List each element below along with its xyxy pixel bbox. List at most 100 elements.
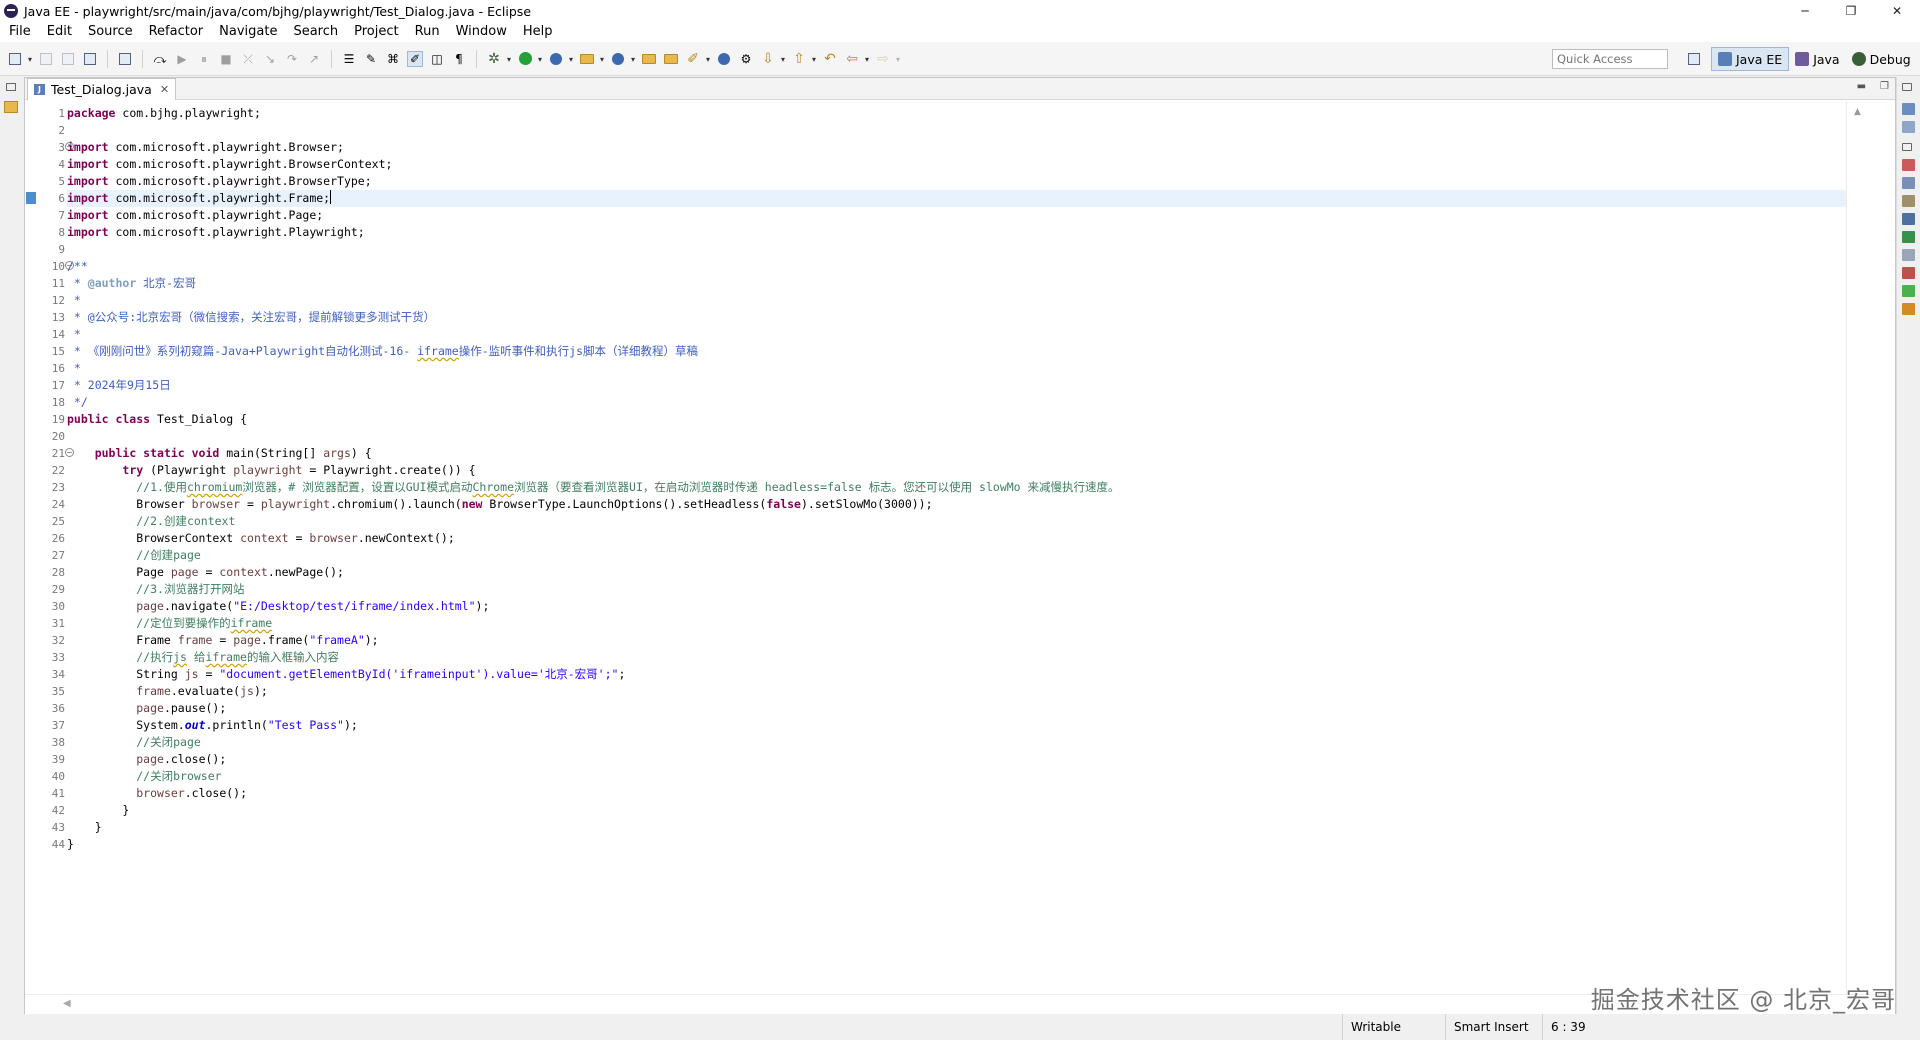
code-line[interactable]: //执行js 给iframe的输入框输入内容 bbox=[67, 649, 1870, 666]
perspective-java[interactable]: Java bbox=[1789, 47, 1845, 71]
code-line[interactable]: page.navigate("E:/Desktop/test/iframe/in… bbox=[67, 598, 1870, 615]
perspective-java-ee[interactable]: Java EE bbox=[1711, 47, 1790, 71]
scroll-up-icon[interactable]: ▲ bbox=[1854, 107, 1861, 117]
code-line[interactable]: import com.microsoft.playwright.BrowserC… bbox=[67, 156, 1870, 173]
restore-button[interactable]: ❐ bbox=[1828, 0, 1874, 22]
code-line[interactable]: //1.使用chromium浏览器，# 浏览器配置，设置以GUI模式启动Chro… bbox=[67, 479, 1870, 496]
save-icon[interactable] bbox=[38, 51, 54, 67]
skip-breakpoints-icon[interactable]: ⤼ bbox=[152, 51, 168, 67]
step-into-icon[interactable]: ↘ bbox=[262, 51, 278, 67]
task-list-icon[interactable] bbox=[1902, 121, 1915, 133]
restore-icon[interactable] bbox=[1902, 143, 1912, 151]
external-tools-icon[interactable] bbox=[548, 51, 573, 68]
forward-icon[interactable]: ⇨ bbox=[875, 51, 900, 68]
menu-window[interactable]: Window bbox=[451, 22, 512, 42]
search-view-icon[interactable] bbox=[1902, 303, 1915, 315]
editor-tab[interactable]: J Test_Dialog.java ✕ bbox=[27, 78, 177, 100]
new-class-icon[interactable] bbox=[610, 51, 635, 68]
code-line[interactable]: import com.microsoft.playwright.Page; bbox=[67, 207, 1870, 224]
code-line[interactable]: * bbox=[67, 360, 1870, 377]
code-line[interactable] bbox=[67, 428, 1870, 445]
menu-project[interactable]: Project bbox=[349, 22, 403, 42]
suspend-icon[interactable]: ⏸ bbox=[196, 51, 212, 67]
web-browser-icon[interactable] bbox=[716, 51, 732, 67]
toggle-breadcrumb-icon[interactable]: ☰ bbox=[341, 51, 357, 67]
problems-icon[interactable] bbox=[1902, 267, 1915, 279]
toggle-block-selection-icon[interactable]: ⌘ bbox=[385, 51, 401, 67]
open-type-icon[interactable] bbox=[641, 51, 657, 67]
code-line[interactable]: Page page = context.newPage(); bbox=[67, 564, 1870, 581]
code-line[interactable]: package com.bjhg.playwright; bbox=[67, 105, 1870, 122]
close-window-button[interactable]: ✕ bbox=[1874, 0, 1920, 22]
code-line[interactable] bbox=[67, 122, 1870, 139]
mark-occurrences-icon[interactable]: ✎ bbox=[363, 51, 379, 67]
outline-icon[interactable] bbox=[1902, 103, 1915, 115]
vertical-scrollbar[interactable]: ▲ bbox=[1846, 101, 1870, 994]
project-explorer-icon[interactable] bbox=[4, 101, 18, 113]
code-line[interactable]: //3.浏览器打开网站 bbox=[67, 581, 1870, 598]
word-wrap-icon[interactable]: ✐ bbox=[407, 50, 423, 67]
data-source-icon[interactable] bbox=[1902, 231, 1915, 243]
properties-icon[interactable] bbox=[1902, 177, 1915, 189]
terminate-icon[interactable]: ■ bbox=[218, 51, 234, 67]
close-tab-icon[interactable]: ✕ bbox=[160, 83, 169, 96]
minimize-button[interactable]: ─ bbox=[1782, 0, 1828, 22]
next-annotation-icon[interactable]: ⇩ bbox=[760, 51, 785, 68]
code-line[interactable]: } bbox=[67, 802, 1870, 819]
code-line[interactable]: * bbox=[67, 326, 1870, 343]
menu-help[interactable]: Help bbox=[518, 22, 558, 42]
open-console-icon[interactable] bbox=[117, 51, 133, 67]
code-line[interactable] bbox=[67, 241, 1870, 258]
restore-icon[interactable] bbox=[1902, 83, 1912, 91]
code-line[interactable]: public class Test_Dialog { bbox=[67, 411, 1870, 428]
resume-icon[interactable]: ▶ bbox=[174, 51, 190, 67]
code-editor[interactable]: 1 2 3−4 5 6 7 8 9 10−11 12 13 14 15 16 17 18 19 20 21−22 23… bbox=[25, 101, 1870, 994]
servers-icon[interactable] bbox=[1902, 195, 1915, 207]
code-line[interactable]: page.pause(); bbox=[67, 700, 1870, 717]
code-line[interactable]: try (Playwright playwright = Playwright.… bbox=[67, 462, 1870, 479]
back-icon[interactable]: ⇦ bbox=[844, 51, 869, 68]
code-line[interactable]: import com.microsoft.playwright.Browser; bbox=[67, 139, 1870, 156]
scroll-left-icon[interactable]: ◀ bbox=[63, 998, 71, 1009]
code-line[interactable]: BrowserContext context = browser.newCont… bbox=[67, 530, 1870, 547]
code-line[interactable]: browser.close(); bbox=[67, 785, 1870, 802]
perspective-debug[interactable]: Debug bbox=[1846, 47, 1917, 71]
menu-refactor[interactable]: Refactor bbox=[144, 22, 209, 42]
code-line[interactable]: import com.microsoft.playwright.BrowserT… bbox=[67, 173, 1870, 190]
save-all-icon[interactable] bbox=[60, 51, 76, 67]
code-line[interactable]: * 2024年9月15日 bbox=[67, 377, 1870, 394]
code-line[interactable]: //定位到要操作的iframe bbox=[67, 615, 1870, 632]
code-line[interactable]: /** bbox=[67, 258, 1870, 275]
new-icon[interactable] bbox=[7, 51, 32, 68]
step-return-icon[interactable]: ↗ bbox=[306, 51, 322, 67]
code-line[interactable]: import com.microsoft.playwright.Frame; bbox=[67, 190, 1870, 207]
code-line[interactable]: Browser browser = playwright.chromium().… bbox=[67, 496, 1870, 513]
menu-edit[interactable]: Edit bbox=[42, 22, 77, 42]
code-line[interactable]: } bbox=[67, 836, 1870, 853]
show-whitespace-icon[interactable]: ◫ bbox=[429, 51, 445, 67]
code-line[interactable]: import com.microsoft.playwright.Playwrig… bbox=[67, 224, 1870, 241]
code-line[interactable]: * bbox=[67, 292, 1870, 309]
code-line[interactable]: */ bbox=[67, 394, 1870, 411]
code-line[interactable]: String js = "document.getElementById('if… bbox=[67, 666, 1870, 683]
last-edit-location-icon[interactable]: ↶ bbox=[822, 51, 838, 67]
run-icon[interactable] bbox=[517, 51, 542, 68]
open-task-icon[interactable] bbox=[663, 51, 679, 67]
code-line[interactable]: page.close(); bbox=[67, 751, 1870, 768]
step-over-icon[interactable]: ↷ bbox=[284, 51, 300, 67]
restore-icon[interactable] bbox=[6, 83, 16, 91]
previous-annotation-icon[interactable]: ⇧ bbox=[791, 51, 816, 68]
code-line[interactable]: * @公众号:北京宏哥（微信搜索，关注宏哥，提前解锁更多测试干货） bbox=[67, 309, 1870, 326]
link-icon[interactable]: ⚙ bbox=[738, 51, 754, 67]
menu-file[interactable]: File bbox=[4, 22, 36, 42]
code-line[interactable]: public static void main(String[] args) { bbox=[67, 445, 1870, 462]
code-line[interactable]: } bbox=[67, 819, 1870, 836]
menu-source[interactable]: Source bbox=[83, 22, 138, 42]
console-icon[interactable] bbox=[1902, 213, 1915, 225]
code-line[interactable]: //关闭browser bbox=[67, 768, 1870, 785]
code-line[interactable]: System.out.println("Test Pass"); bbox=[67, 717, 1870, 734]
code-line[interactable]: * 《刚刚问世》系列初窥篇-Java+Playwright自动化测试-16- i… bbox=[67, 343, 1870, 360]
menu-navigate[interactable]: Navigate bbox=[214, 22, 282, 42]
code-line[interactable]: //关闭page bbox=[67, 734, 1870, 751]
quick-access-input[interactable] bbox=[1552, 49, 1668, 69]
